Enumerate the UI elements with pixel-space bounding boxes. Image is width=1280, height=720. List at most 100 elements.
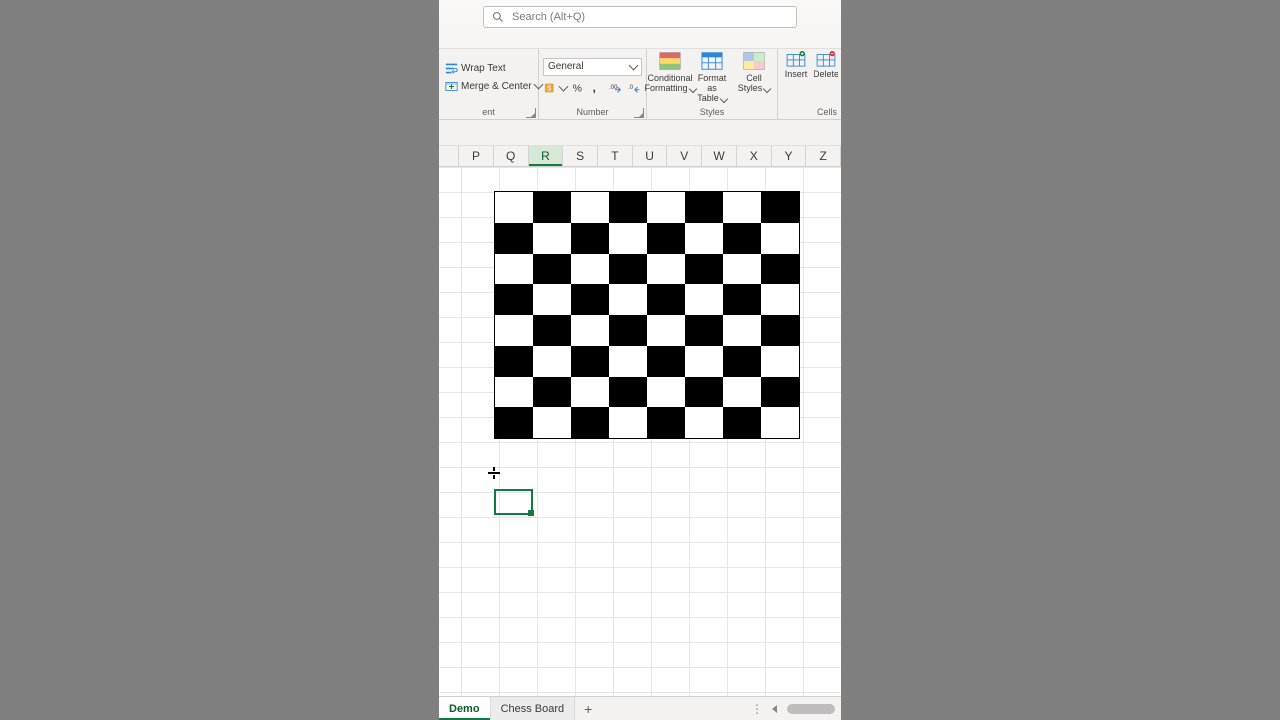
column-header[interactable]: T [598, 146, 633, 166]
board-square[interactable] [495, 192, 533, 223]
search-input[interactable]: Search (Alt+Q) [483, 6, 797, 28]
percent-button[interactable]: % [569, 79, 586, 97]
add-sheet-button[interactable]: + [575, 697, 601, 720]
merge-center-button[interactable]: Merge & Center [443, 79, 544, 94]
board-square[interactable] [495, 407, 533, 438]
spreadsheet-grid[interactable] [439, 167, 841, 696]
comma-style-button[interactable]: , [587, 79, 604, 97]
board-square[interactable] [723, 346, 761, 377]
board-square[interactable] [571, 284, 609, 315]
column-header[interactable]: S [563, 146, 598, 166]
board-square[interactable] [571, 407, 609, 438]
board-square[interactable] [647, 254, 685, 285]
board-square[interactable] [647, 223, 685, 254]
board-square[interactable] [761, 315, 799, 346]
board-square[interactable] [647, 315, 685, 346]
column-header[interactable]: U [633, 146, 668, 166]
board-square[interactable] [761, 284, 799, 315]
horizontal-scrollbar[interactable] [787, 704, 835, 714]
column-header[interactable]: P [459, 146, 494, 166]
column-header[interactable]: W [702, 146, 737, 166]
board-square[interactable] [685, 223, 723, 254]
wrap-text-button[interactable]: Wrap Text [443, 61, 508, 76]
board-square[interactable] [647, 407, 685, 438]
board-square[interactable] [495, 346, 533, 377]
board-square[interactable] [647, 192, 685, 223]
column-header[interactable] [439, 146, 459, 166]
board-square[interactable] [723, 192, 761, 223]
board-square[interactable] [533, 407, 571, 438]
board-square[interactable] [685, 346, 723, 377]
sheet-tab[interactable]: Demo [439, 697, 491, 720]
board-square[interactable] [647, 377, 685, 408]
scroll-tabs-left-button[interactable] [767, 697, 783, 720]
column-header[interactable]: X [737, 146, 772, 166]
board-square[interactable] [533, 284, 571, 315]
board-square[interactable] [495, 284, 533, 315]
board-square[interactable] [571, 315, 609, 346]
cell-styles-button[interactable]: Cell Styles [734, 51, 774, 93]
fill-handle[interactable] [528, 510, 534, 516]
chessboard-range[interactable] [494, 191, 800, 439]
board-square[interactable] [723, 223, 761, 254]
board-square[interactable] [723, 407, 761, 438]
increase-decimal-button[interactable]: .00 [606, 79, 623, 97]
board-square[interactable] [495, 315, 533, 346]
board-square[interactable] [685, 315, 723, 346]
board-square[interactable] [533, 223, 571, 254]
board-square[interactable] [571, 254, 609, 285]
active-cell[interactable] [494, 489, 533, 515]
board-square[interactable] [685, 377, 723, 408]
board-square[interactable] [647, 284, 685, 315]
conditional-formatting-button[interactable]: Conditional Formatting [650, 51, 690, 93]
board-square[interactable] [495, 254, 533, 285]
board-square[interactable] [685, 254, 723, 285]
column-header[interactable]: Y [772, 146, 807, 166]
board-square[interactable] [723, 377, 761, 408]
column-header[interactable]: R [529, 146, 564, 166]
board-square[interactable] [723, 284, 761, 315]
sheet-tab[interactable]: Chess Board [491, 697, 576, 720]
column-header[interactable]: V [667, 146, 702, 166]
board-square[interactable] [761, 254, 799, 285]
board-square[interactable] [761, 346, 799, 377]
board-square[interactable] [533, 315, 571, 346]
board-square[interactable] [571, 223, 609, 254]
board-square[interactable] [609, 315, 647, 346]
board-square[interactable] [761, 377, 799, 408]
board-square[interactable] [495, 223, 533, 254]
board-square[interactable] [685, 284, 723, 315]
board-square[interactable] [571, 192, 609, 223]
accounting-format-button[interactable]: $ [543, 79, 560, 97]
board-square[interactable] [495, 377, 533, 408]
board-square[interactable] [761, 223, 799, 254]
column-header[interactable]: Z [806, 146, 841, 166]
board-square[interactable] [533, 377, 571, 408]
board-square[interactable] [647, 346, 685, 377]
board-square[interactable] [723, 315, 761, 346]
board-square[interactable] [685, 192, 723, 223]
board-square[interactable] [723, 254, 761, 285]
board-square[interactable] [571, 377, 609, 408]
decrease-decimal-button[interactable]: .0 [625, 79, 642, 97]
board-square[interactable] [609, 223, 647, 254]
board-square[interactable] [761, 192, 799, 223]
board-square[interactable] [571, 346, 609, 377]
board-square[interactable] [609, 192, 647, 223]
delete-cells-button[interactable]: Delete [814, 51, 838, 81]
board-square[interactable] [533, 254, 571, 285]
board-square[interactable] [609, 254, 647, 285]
board-square[interactable] [761, 407, 799, 438]
column-header[interactable]: Q [494, 146, 529, 166]
format-as-table-button[interactable]: Format as Table [692, 51, 732, 103]
board-square[interactable] [609, 346, 647, 377]
board-square[interactable] [609, 284, 647, 315]
insert-cells-button[interactable]: Insert [782, 51, 810, 81]
board-square[interactable] [533, 346, 571, 377]
board-square[interactable] [609, 377, 647, 408]
board-square[interactable] [685, 407, 723, 438]
dialog-launcher-icon[interactable] [526, 108, 536, 118]
tab-options-button[interactable]: ⋮ [747, 697, 767, 720]
number-format-select[interactable]: General [543, 58, 642, 76]
board-square[interactable] [609, 407, 647, 438]
